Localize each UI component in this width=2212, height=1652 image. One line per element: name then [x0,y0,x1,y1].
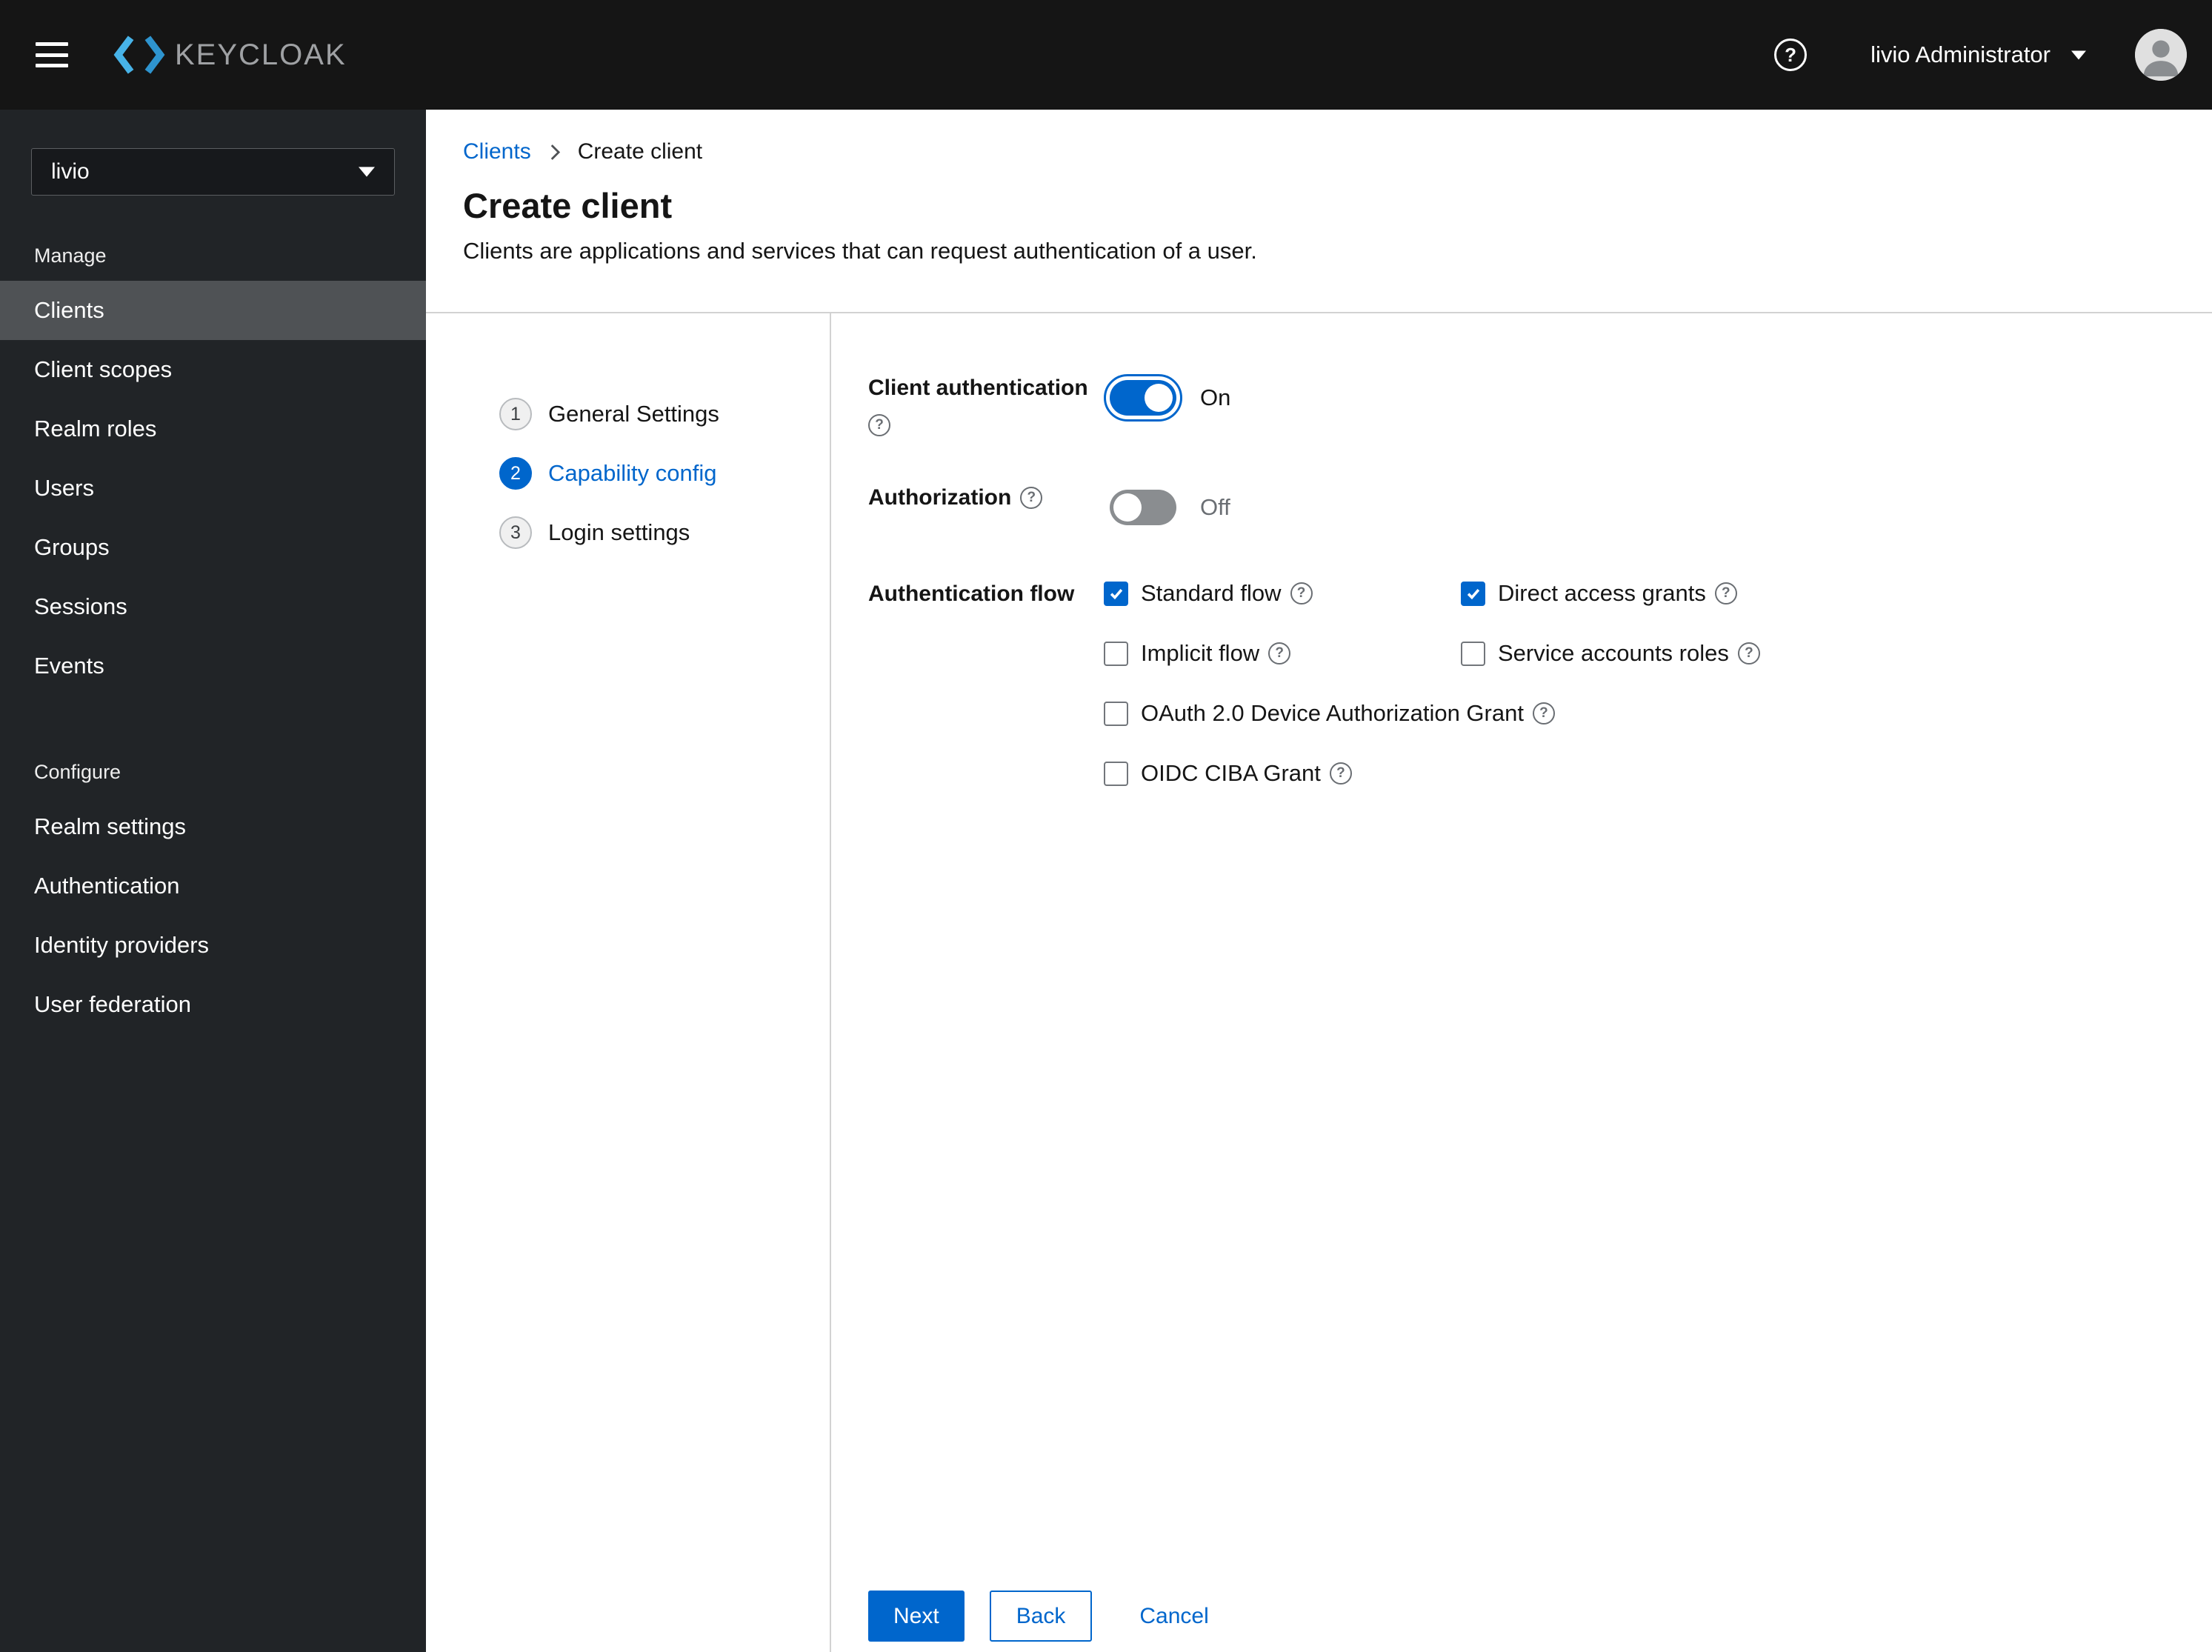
wizard-nav: 1 General Settings 2 Capability config 3… [426,313,831,1652]
wizard-actions: Next Back Cancel [868,1591,2212,1642]
authentication-flow-row: Authentication flow Standard flow ? Dire… [868,580,2212,787]
sidebar-item-realm-roles[interactable]: Realm roles [0,399,426,459]
wizard-step-general-settings[interactable]: 1 General Settings [499,384,830,444]
cancel-button[interactable]: Cancel [1139,1591,1208,1642]
brand-wordmark: KEYCLOAK [175,38,347,71]
standard-flow-checkbox[interactable]: Standard flow [1104,580,1461,607]
wizard-step-capability-config[interactable]: 2 Capability config [499,444,830,503]
sidebar-item-clients[interactable]: Clients [0,281,426,340]
main-content: Clients Create client Create client Clie… [426,110,2212,1652]
page-title: Create client [463,186,673,225]
client-authentication-row: Client authentication On [868,374,2212,436]
client-authentication-label: Client authentication [868,376,1088,400]
breadcrumb: Clients Create client [463,139,2175,164]
sidebar-item-users[interactable]: Users [0,459,426,518]
help-icon[interactable] [1774,39,1808,71]
user-menu[interactable]: livio Administrator [1870,41,2086,68]
client-authentication-state: On [1200,384,1231,410]
help-icon[interactable] [1714,582,1737,604]
sidebar-item-events[interactable]: Events [0,636,426,696]
checkbox[interactable] [1104,701,1128,726]
sidebar-item-client-scopes[interactable]: Client scopes [0,340,426,399]
nav-toggle-icon[interactable] [36,42,68,67]
checkbox[interactable] [1104,641,1128,666]
sidebar: livio Manage Clients Client scopes Realm… [0,110,426,1652]
sidebar-item-identity-providers[interactable]: Identity providers [0,916,426,975]
service-accounts-roles-checkbox[interactable]: Service accounts roles [1461,640,1760,667]
checkbox[interactable] [1104,761,1128,786]
oidc-ciba-grant-checkbox[interactable]: OIDC CIBA Grant [1104,760,1461,787]
realm-selector[interactable]: livio [31,148,395,196]
client-authentication-toggle[interactable] [1110,380,1176,416]
next-button[interactable]: Next [868,1591,965,1642]
user-menu-label: livio Administrator [1870,41,2051,67]
help-icon[interactable] [868,414,890,436]
capability-config-form: Client authentication On [831,313,2212,1652]
authorization-state: Off [1200,494,1230,520]
checkbox[interactable] [1461,581,1485,606]
sidebar-item-sessions[interactable]: Sessions [0,577,426,636]
breadcrumb-clients-link[interactable]: Clients [463,139,531,164]
sidebar-section-manage: Manage [34,244,107,267]
sidebar-item-user-federation[interactable]: User federation [0,975,426,1034]
chevron-down-icon [359,167,375,177]
help-icon[interactable] [1532,702,1555,725]
page-header: Clients Create client Create client Clie… [426,110,2212,313]
help-icon[interactable] [1329,762,1352,785]
chevron-down-icon [2071,50,2086,60]
keycloak-logo-icon [111,33,167,76]
sidebar-item-realm-settings[interactable]: Realm settings [0,797,426,856]
step-number: 1 [499,398,532,430]
help-icon[interactable] [1020,487,1043,509]
step-number: 3 [499,516,532,549]
authorization-label: Authorization [868,485,1012,510]
checkbox[interactable] [1461,641,1485,666]
page-subtitle: Clients are applications and services th… [463,238,1257,264]
authentication-flow-label: Authentication flow [868,582,1075,606]
breadcrumb-current: Create client [577,139,703,164]
sidebar-item-authentication[interactable]: Authentication [0,856,426,916]
masthead: KEYCLOAK livio Administrator [0,0,2212,110]
sidebar-item-groups[interactable]: Groups [0,518,426,577]
help-icon[interactable] [1268,642,1291,665]
realm-selector-value: livio [51,159,90,184]
sidebar-section-configure: Configure [34,761,121,783]
implicit-flow-checkbox[interactable]: Implicit flow [1104,640,1461,667]
back-button[interactable]: Back [989,1591,1093,1642]
chevron-right-icon [549,144,560,161]
authentication-flow-options: Standard flow Direct access grants [1104,580,1760,787]
avatar[interactable] [2135,29,2187,81]
help-icon[interactable] [1737,642,1760,665]
authorization-row: Authorization Off [868,484,2212,531]
checkbox[interactable] [1104,581,1128,606]
brand: KEYCLOAK [111,33,347,76]
oauth-device-grant-checkbox[interactable]: OAuth 2.0 Device Authorization Grant [1104,700,1760,727]
direct-access-grants-checkbox[interactable]: Direct access grants [1461,580,1760,607]
authorization-toggle[interactable] [1110,490,1176,525]
wizard-step-login-settings[interactable]: 3 Login settings [499,503,830,562]
step-number: 2 [499,457,532,490]
keycloak-admin-console: KEYCLOAK livio Administrator livio [0,0,2212,1652]
help-icon[interactable] [1290,582,1313,604]
